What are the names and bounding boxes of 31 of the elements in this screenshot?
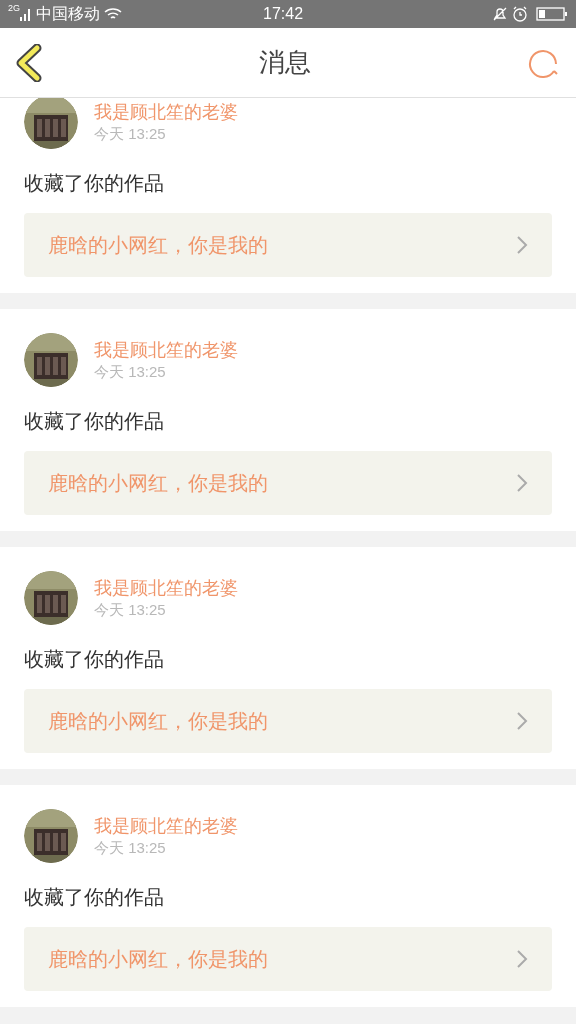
message-text: 收藏了你的作品 — [24, 171, 165, 196]
back-icon — [16, 43, 42, 82]
user-name[interactable]: 我是顾北笙的老婆 — [94, 338, 238, 362]
alarm-icon — [512, 6, 528, 22]
carrier-name: 中国移动 — [36, 4, 100, 24]
battery-icon — [536, 6, 568, 22]
chevron-right-icon — [516, 949, 528, 969]
work-link[interactable]: 鹿晗的小网红，你是我的 — [24, 213, 552, 277]
bell-off-icon — [492, 6, 508, 22]
message-time: 今天 13:25 — [94, 838, 167, 858]
network-type: 2G — [8, 4, 20, 13]
chevron-right-icon — [516, 711, 528, 731]
chevron-right-icon — [516, 235, 528, 255]
chevron-right-icon — [516, 473, 528, 493]
message-time: 今天 13:25 — [94, 600, 167, 620]
user-name[interactable]: 我是顾北笙的老婆 — [94, 100, 238, 124]
user-name[interactable]: 我是顾北笙的老婆 — [94, 814, 238, 838]
message-text: 收藏了你的作品 — [24, 409, 165, 434]
message-time: 今天 13:25 — [94, 124, 167, 144]
message-text: 收藏了你的作品 — [24, 647, 165, 672]
work-link[interactable]: 鹿晗的小网红，你是我的 — [24, 927, 552, 991]
user-name[interactable]: 我是顾北笙的老婆 — [94, 576, 238, 600]
signal-icon — [20, 7, 32, 21]
work-link[interactable]: 鹿晗的小网红，你是我的 — [24, 689, 552, 753]
work-link[interactable]: 鹿晗的小网红，你是我的 — [24, 451, 552, 515]
back-button[interactable] — [16, 42, 44, 83]
message-time: 今天 13:25 — [94, 362, 167, 382]
message-text: 收藏了你的作品 — [24, 885, 165, 910]
wifi-icon — [104, 7, 122, 21]
clock-time: 17:42 — [262, 4, 305, 24]
page-title: 消息 — [259, 46, 311, 79]
